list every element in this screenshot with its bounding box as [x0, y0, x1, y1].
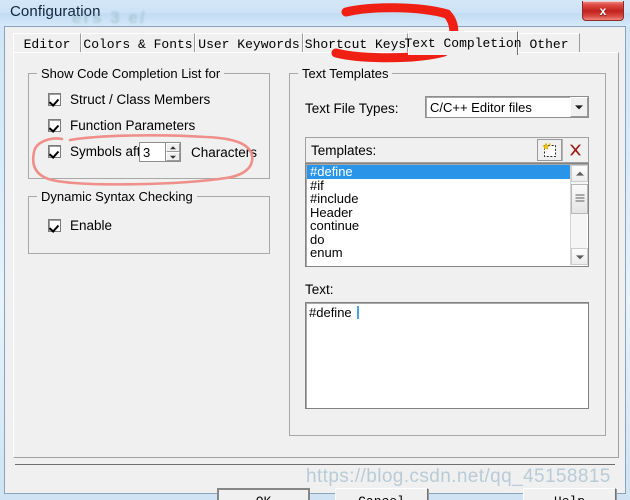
- tab-colors-fonts[interactable]: Colors & Fonts: [81, 33, 195, 54]
- close-icon: x: [599, 3, 607, 18]
- templates-scrollbar[interactable]: [570, 165, 588, 265]
- tab-panel-text-completion: Show Code Completion List for Struct / C…: [13, 52, 619, 458]
- stepper-down-button[interactable]: [166, 152, 180, 161]
- chevron-up-icon: [170, 145, 177, 149]
- checkbox-symbols-after[interactable]: Symbols after: [48, 144, 153, 159]
- tab-other[interactable]: Other: [518, 33, 580, 54]
- group-text-templates-legend: Text Templates: [298, 66, 393, 81]
- tab-label: Editor: [23, 36, 71, 52]
- title-bar: Configuration ers 3 e/ x: [0, 0, 630, 27]
- list-item[interactable]: continue: [307, 219, 570, 233]
- templates-header: Templates:: [305, 137, 589, 163]
- cancel-button[interactable]: Cancel: [335, 488, 428, 500]
- list-item[interactable]: do: [307, 232, 570, 247]
- stepper-buttons: [165, 143, 180, 161]
- tab-label: User Keywords: [198, 36, 300, 52]
- chevron-down-icon: [170, 155, 177, 159]
- templates-listbox[interactable]: #define #if #include Header continue do …: [305, 163, 589, 267]
- help-button[interactable]: Help: [523, 488, 616, 500]
- delete-template-icon: [570, 144, 581, 156]
- list-item[interactable]: enum: [307, 246, 570, 260]
- dialog-client-area: Editor Colors & Fonts User Keywords Shor…: [4, 26, 626, 500]
- configuration-dialog: Configuration ers 3 e/ x Editor Colors &…: [0, 0, 630, 500]
- checkbox-function-parameters[interactable]: Function Parameters: [48, 118, 195, 133]
- tab-label: Colors & Fonts: [83, 36, 193, 52]
- text-file-types-select[interactable]: C/C++ Editor files: [425, 96, 589, 118]
- title-ghost-watermark: ers 3 e/: [72, 8, 147, 27]
- close-button[interactable]: x: [582, 1, 624, 21]
- group-text-templates: Text Templates Text File Types: C/C++ Ed…: [289, 66, 606, 436]
- text-file-types-value: C/C++ Editor files: [430, 99, 532, 115]
- template-text-content: #define: [309, 305, 360, 320]
- checkbox-struct-class-members[interactable]: Struct / Class Members: [48, 92, 210, 107]
- ok-button[interactable]: OK: [217, 488, 310, 500]
- triangle-up-icon: [575, 171, 584, 176]
- template-text-value: #define: [309, 305, 356, 320]
- tab-user-keywords[interactable]: User Keywords: [195, 33, 303, 54]
- list-item[interactable]: Header: [307, 205, 570, 220]
- triangle-down-icon: [575, 254, 584, 259]
- text-file-types-label: Text File Types:: [305, 101, 399, 116]
- checkbox-enable-syntax-checking[interactable]: Enable: [48, 218, 112, 233]
- scroll-up-button[interactable]: [571, 165, 588, 182]
- list-item[interactable]: #if: [307, 178, 570, 193]
- tab-text-completion[interactable]: Text Completion: [404, 31, 522, 55]
- group-syntax-legend: Dynamic Syntax Checking: [37, 189, 197, 204]
- tab-label: Text Completion: [404, 36, 522, 51]
- templates-label: Templates:: [311, 142, 377, 158]
- symbols-count-stepper[interactable]: 3: [139, 142, 181, 162]
- template-text-area[interactable]: #define: [305, 302, 589, 409]
- characters-label: Characters: [191, 145, 258, 160]
- group-code-completion-legend: Show Code Completion List for: [37, 66, 225, 81]
- checkbox-label: Function Parameters: [70, 118, 196, 133]
- window-frame: Configuration ers 3 e/ x Editor Colors &…: [0, 0, 630, 500]
- checkbox-icon[interactable]: [48, 93, 61, 106]
- group-code-completion: Show Code Completion List for Struct / C…: [28, 66, 270, 179]
- checkbox-label: Struct / Class Members: [70, 92, 211, 107]
- checkbox-label: Enable: [70, 218, 113, 233]
- checkbox-icon[interactable]: [48, 119, 61, 132]
- symbols-count-value[interactable]: 3: [140, 143, 166, 161]
- footer-divider: [15, 464, 615, 465]
- scrollbar-thumb[interactable]: [571, 184, 588, 214]
- scroll-down-button[interactable]: [571, 248, 588, 265]
- tab-shortcut-keys[interactable]: Shortcut Keys: [303, 33, 408, 54]
- templates-list-items: #define #if #include Header continue do …: [307, 165, 570, 265]
- grip-icon: [575, 194, 584, 204]
- list-item[interactable]: #include: [307, 192, 570, 206]
- delete-template-button[interactable]: [563, 139, 588, 161]
- checkbox-icon[interactable]: [48, 219, 61, 232]
- text-caret: [357, 306, 360, 319]
- chevron-down-icon[interactable]: [570, 97, 588, 117]
- tab-editor[interactable]: Editor: [13, 33, 81, 54]
- checkbox-icon[interactable]: [48, 145, 61, 158]
- tab-label: Other: [529, 36, 569, 52]
- group-dynamic-syntax-checking: Dynamic Syntax Checking Enable: [28, 189, 270, 254]
- new-template-icon: [542, 142, 556, 157]
- text-label: Text:: [305, 282, 334, 297]
- new-template-button[interactable]: [537, 139, 562, 161]
- tab-label: Shortcut Keys: [304, 36, 407, 52]
- stepper-up-button[interactable]: [166, 143, 180, 152]
- list-item[interactable]: #define: [307, 165, 570, 179]
